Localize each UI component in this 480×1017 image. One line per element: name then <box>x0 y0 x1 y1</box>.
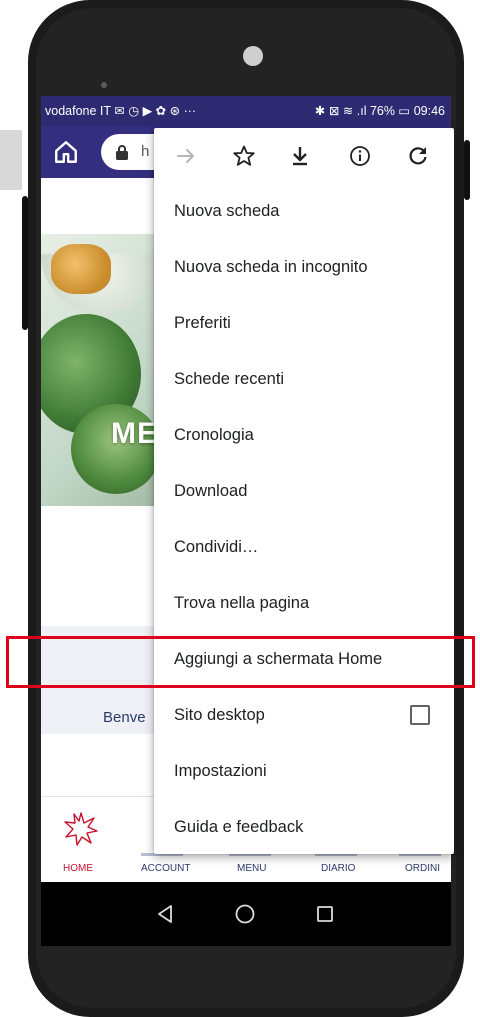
nav-label-ordini: ORDINI <box>405 863 440 874</box>
menu-icon-row <box>154 128 454 184</box>
menu-item-incognito-tab[interactable]: Nuova scheda in incognito <box>174 258 368 277</box>
menu-item-desktop-site[interactable]: Sito desktop <box>174 706 265 725</box>
volume-button <box>22 196 28 330</box>
power-button <box>464 140 470 200</box>
recents-square-icon[interactable] <box>313 902 337 926</box>
nav-label-account: ACCOUNT <box>141 863 191 874</box>
menu-item-recent-tabs[interactable]: Schede recenti <box>174 370 284 389</box>
menu-item-settings[interactable]: Impostazioni <box>174 762 267 781</box>
status-bar-left: vodafone IT ✉ ◷ ▶ ✿ ⊛ ··· <box>45 104 197 118</box>
nav-label-menu: MENU <box>237 863 267 874</box>
menu-item-history[interactable]: Cronologia <box>174 426 254 445</box>
menu-item-share[interactable]: Condividi… <box>174 538 258 557</box>
menu-item-help-feedback[interactable]: Guida e feedback <box>174 818 303 837</box>
lock-icon <box>116 145 128 160</box>
system-nav-bar <box>41 882 451 946</box>
download-icon[interactable] <box>288 144 312 168</box>
nav-label-home: HOME <box>63 863 93 874</box>
refresh-icon[interactable] <box>406 144 430 168</box>
home-circle-icon[interactable] <box>233 902 257 926</box>
backdrop-shadow <box>0 130 22 190</box>
info-icon[interactable] <box>348 144 372 168</box>
highlight-box <box>6 636 475 688</box>
url-text: h <box>141 143 150 160</box>
hero-dish <box>51 244 111 294</box>
star-icon[interactable] <box>232 144 256 168</box>
menu-item-downloads[interactable]: Download <box>174 482 247 501</box>
front-camera <box>243 46 263 66</box>
hero-title: ME <box>111 417 158 450</box>
nav-item-home[interactable]: HOME <box>41 797 121 883</box>
back-triangle-icon[interactable] <box>153 902 177 926</box>
welcome-text: Benve <box>103 709 146 726</box>
overflow-menu: Nuova scheda Nuova scheda in incognito P… <box>154 128 454 854</box>
menu-item-find-in-page[interactable]: Trova nella pagina <box>174 594 309 613</box>
star-burst-icon <box>64 812 98 846</box>
menu-item-new-tab[interactable]: Nuova scheda <box>174 202 280 221</box>
proximity-sensor <box>101 82 107 88</box>
menu-item-bookmarks[interactable]: Preferiti <box>174 314 231 333</box>
desktop-site-checkbox[interactable] <box>410 705 430 725</box>
status-bar-right: ✱ ⊠ ≋ .ıl 76% ▭ 09:46 <box>314 104 445 118</box>
status-bar: vodafone IT ✉ ◷ ▶ ✿ ⊛ ··· ✱ ⊠ ≋ .ıl 76% … <box>41 96 451 126</box>
forward-arrow-icon[interactable] <box>174 144 198 168</box>
nav-label-diario: DIARIO <box>321 863 356 874</box>
home-icon[interactable] <box>53 139 79 165</box>
